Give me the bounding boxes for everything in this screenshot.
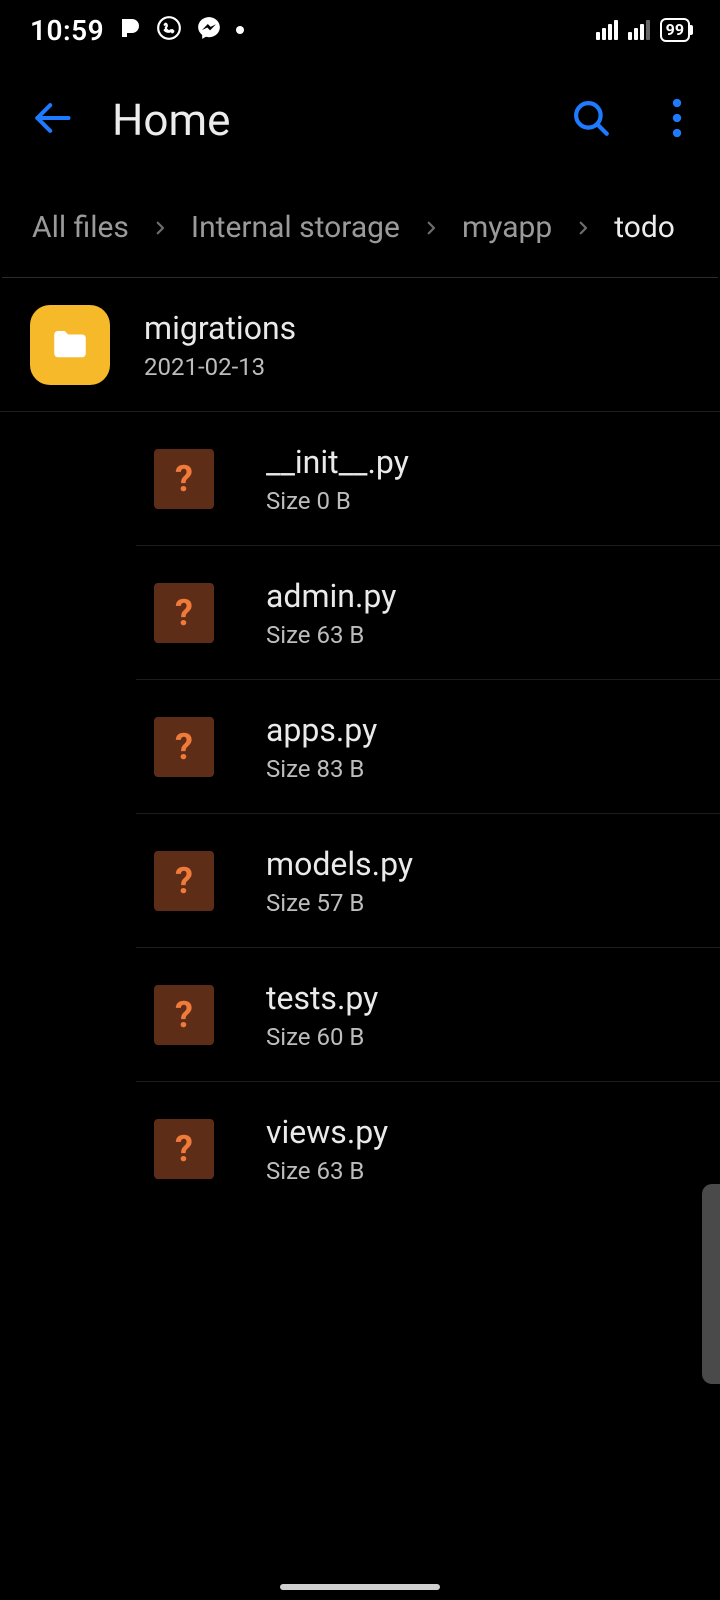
back-button[interactable] <box>30 96 74 144</box>
list-item[interactable]: ? models.py Size 57 B <box>136 814 720 948</box>
unknown-file-icon: ? <box>154 1119 214 1179</box>
list-item[interactable]: migrations 2021-02-13 <box>0 278 720 412</box>
signal-icon-2 <box>628 20 650 40</box>
topbar: Home <box>0 60 720 180</box>
file-list: migrations 2021-02-13 ? __init__.py Size… <box>0 278 720 1216</box>
battery-icon: 99 <box>660 18 690 42</box>
item-subtitle: Size 63 B <box>266 1157 388 1185</box>
list-item[interactable]: ? __init__.py Size 0 B <box>136 412 720 546</box>
item-name: models.py <box>266 845 413 883</box>
item-subtitle: Size 83 B <box>266 755 377 783</box>
signal-icon-1 <box>596 20 618 40</box>
breadcrumb-item[interactable]: All files <box>32 210 129 245</box>
list-item[interactable]: ? apps.py Size 83 B <box>136 680 720 814</box>
breadcrumb-item[interactable]: Internal storage <box>191 210 400 245</box>
breadcrumb: All files Internal storage myapp todo <box>2 180 718 278</box>
item-name: migrations <box>144 309 296 347</box>
list-item[interactable]: ? views.py Size 63 B <box>136 1082 720 1216</box>
breadcrumb-item[interactable]: myapp <box>462 210 552 245</box>
search-button[interactable] <box>570 97 612 143</box>
item-subtitle: Size 0 B <box>266 487 409 515</box>
unknown-file-icon: ? <box>154 985 214 1045</box>
item-name: __init__.py <box>266 443 409 481</box>
list-item[interactable]: ? admin.py Size 63 B <box>136 546 720 680</box>
gesture-bar <box>280 1584 440 1590</box>
item-subtitle: Size 60 B <box>266 1023 378 1051</box>
status-bar: 10:59 99 <box>0 0 720 60</box>
unknown-file-icon: ? <box>154 851 214 911</box>
more-menu-button[interactable] <box>672 98 682 142</box>
item-subtitle: 2021-02-13 <box>144 353 296 381</box>
chevron-right-icon <box>422 210 440 245</box>
folder-icon <box>30 305 110 385</box>
unknown-file-icon: ? <box>154 717 214 777</box>
unknown-file-icon: ? <box>154 583 214 643</box>
chevron-right-icon <box>574 210 592 245</box>
item-name: apps.py <box>266 711 377 749</box>
page-title: Home <box>112 94 230 146</box>
messenger-icon <box>196 15 222 45</box>
item-name: views.py <box>266 1113 388 1151</box>
unknown-file-icon: ? <box>154 449 214 509</box>
status-time: 10:59 <box>30 14 104 47</box>
chevron-right-icon <box>151 210 169 245</box>
list-item[interactable]: ? tests.py Size 60 B <box>136 948 720 1082</box>
notification-dot-icon <box>236 26 244 34</box>
scroll-handle[interactable] <box>702 1184 720 1384</box>
whatsapp-icon <box>156 15 182 45</box>
pandora-icon <box>118 16 142 44</box>
breadcrumb-item-current: todo <box>614 210 675 245</box>
item-name: admin.py <box>266 577 396 615</box>
item-subtitle: Size 57 B <box>266 889 413 917</box>
item-name: tests.py <box>266 979 378 1017</box>
item-subtitle: Size 63 B <box>266 621 396 649</box>
